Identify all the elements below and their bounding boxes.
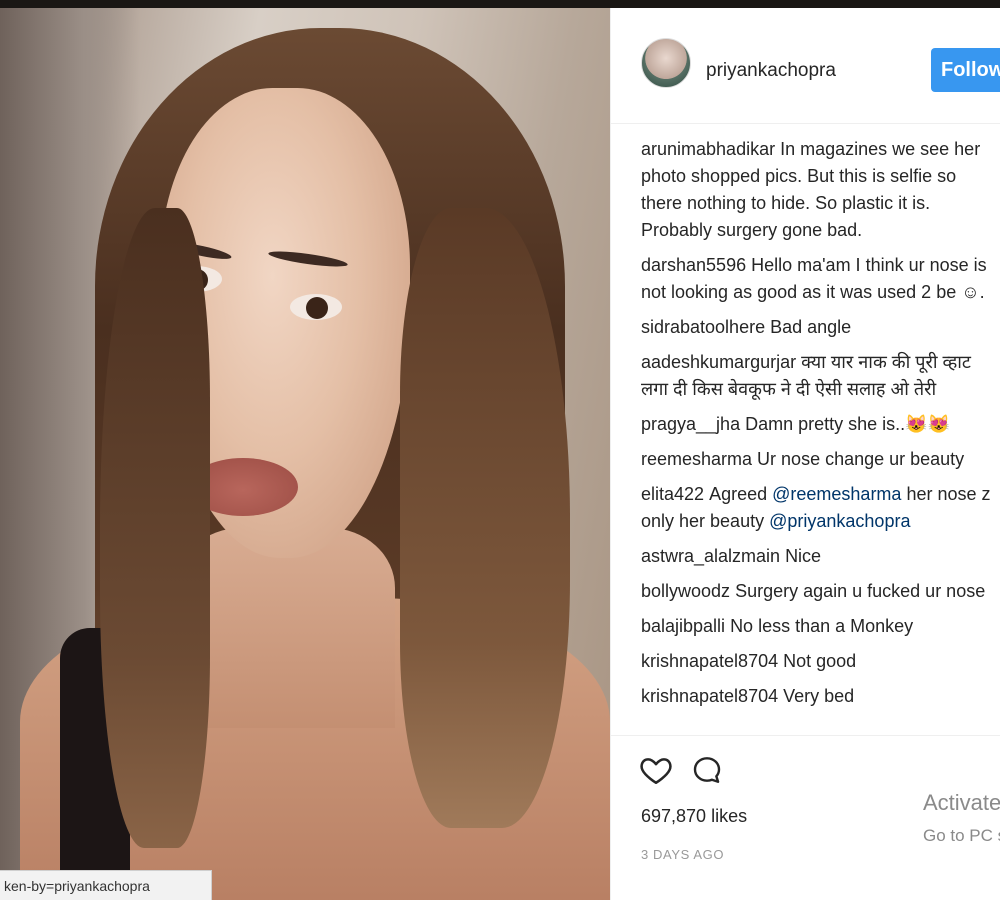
top-strip [0,0,1000,8]
comment-text: Not good [783,651,857,671]
comment-item: balajibpalli No less than a Monkey [641,613,996,640]
comment-item: darshan5596 Hello ma'am I think ur nose i… [641,252,996,306]
photo-hair-left [100,208,210,848]
comment-text: Agreed [709,484,768,504]
comment-text: Nice [785,546,822,566]
activation-watermark-sub: Go to PC s [923,826,1000,845]
comment-text: No less than a Monkey [730,616,914,636]
comment-text: Ur nose change ur beauty [757,449,965,469]
post-side-panel: priyankachopra Follow arunimabhadikar In … [610,8,1000,900]
comment-text: Very bed [783,686,855,706]
comment-item: elita422 Agreed @reemesharma her nose z o… [641,481,996,535]
comment-username[interactable]: sidrabatoolhere [641,317,765,337]
heart-icon[interactable] [639,753,673,787]
comment-item: aadeshkumargurjar क्या यार नाक की पूरी व्… [641,349,996,403]
comment-username[interactable]: aadeshkumargurjar [641,352,796,372]
comment-item: krishnapatel8704 Not good [641,648,996,675]
actions-divider [611,735,1000,736]
follow-button[interactable]: Follow [931,48,1000,92]
comment-item: astwra_alalzmain Nice [641,543,996,570]
comment-username[interactable]: reemesharma [641,449,752,469]
avatar[interactable] [641,38,691,88]
comments-list: arunimabhadikar In magazines we see her p… [641,136,996,718]
comment-username[interactable]: balajibpalli [641,616,725,636]
comment-bubble-icon[interactable] [691,753,723,787]
comment-item: pragya__jha Damn pretty she is..😻😻 [641,411,996,438]
likes-count[interactable]: 697,870 likes [641,806,747,827]
comment-username[interactable]: krishnapatel8704 [641,651,778,671]
activation-watermark: Activate [923,790,1000,815]
photo-hair-right [400,208,570,828]
comment-username[interactable]: pragya__jha [641,414,740,434]
comment-mention[interactable]: @reemesharma [772,484,901,504]
post-header: priyankachopra Follow [611,8,1000,124]
photo-eye-right [290,294,342,320]
comment-username[interactable]: bollywoodz [641,581,730,601]
status-bar-url: ken-by=priyankachopra [0,870,212,900]
comment-username[interactable]: krishnapatel8704 [641,686,778,706]
comment-item: reemesharma Ur nose change ur beauty [641,446,996,473]
comment-item: bollywoodz Surgery again u fucked ur nose [641,578,996,605]
comment-text: Damn pretty she is..😻😻 [745,414,950,434]
comment-username[interactable]: darshan5596 [641,255,746,275]
comment-username[interactable]: astwra_alalzmain [641,546,780,566]
comment-username[interactable]: arunimabhadikar [641,139,775,159]
comment-text: Bad angle [770,317,852,337]
post-photo[interactable] [0,8,610,900]
post-username[interactable]: priyankachopra [706,60,836,82]
comment-mention[interactable]: @priyankachopra [769,511,910,531]
comment-username[interactable]: elita422 [641,484,704,504]
comment-item: krishnapatel8704 Very bed [641,683,996,710]
comment-item: arunimabhadikar In magazines we see her p… [641,136,996,244]
comment-item: sidrabatoolhere Bad angle [641,314,996,341]
comment-text: Surgery again u fucked ur nose [735,581,986,601]
post-timestamp: 3 DAYS AGO [641,847,725,862]
